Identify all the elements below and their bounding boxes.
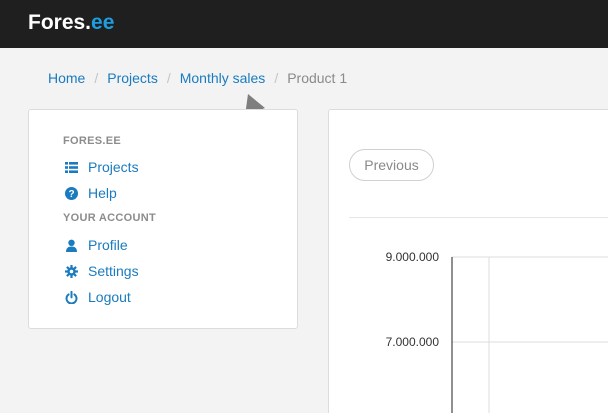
- question-icon: ?: [65, 186, 78, 200]
- breadcrumb-projects-link[interactable]: Projects: [107, 70, 158, 86]
- power-icon: [65, 290, 78, 304]
- sidebar-item-label: Settings: [88, 263, 139, 279]
- sidebar-item-logout[interactable]: Logout: [65, 289, 131, 305]
- breadcrumb-separator: /: [274, 70, 279, 86]
- breadcrumb-monthly-sales-link[interactable]: Monthly sales: [180, 70, 266, 86]
- sidebar-item-label: Profile: [88, 237, 128, 253]
- main-panel: Previous 9.000.000 7.000.000: [328, 109, 608, 413]
- breadcrumb-separator: /: [166, 70, 171, 86]
- sidebar-item-profile[interactable]: Profile: [65, 237, 128, 253]
- user-icon: [66, 239, 77, 252]
- brand-main-text: Fores.: [28, 11, 92, 34]
- brand-logo[interactable]: Fores.ee: [28, 11, 114, 35]
- breadcrumb: Home / Projects / Monthly sales / Product 1: [48, 69, 347, 87]
- list-icon: [65, 161, 78, 173]
- y-tick-label: 7.000.000: [386, 335, 440, 349]
- sidebar-item-label: Projects: [88, 159, 139, 175]
- sidebar-panel: FORES.EE Projects ? Help YOUR ACCOUNT Pr…: [28, 109, 298, 329]
- sidebar-item-projects[interactable]: Projects: [65, 159, 139, 175]
- gear-icon: [65, 264, 78, 278]
- sidebar-item-settings[interactable]: Settings: [65, 263, 139, 279]
- chart-area: 9.000.000 7.000.000: [386, 250, 608, 413]
- sidebar-item-label: Logout: [88, 289, 131, 305]
- breadcrumb-current: Product 1: [287, 70, 348, 86]
- brand-accent-text: ee: [91, 11, 115, 34]
- sidebar-section-title-fores: FORES.EE: [63, 135, 122, 147]
- y-tick-label: 9.000.000: [386, 250, 440, 264]
- sidebar-item-help[interactable]: ? Help: [65, 185, 117, 201]
- breadcrumb-home-link[interactable]: Home: [48, 70, 85, 86]
- sidebar-item-label: Help: [88, 185, 117, 201]
- sidebar-section-title-account: YOUR ACCOUNT: [63, 212, 157, 224]
- top-navbar: Fores.ee: [0, 0, 608, 48]
- svg-text:?: ?: [68, 189, 74, 200]
- breadcrumb-separator: /: [94, 70, 99, 86]
